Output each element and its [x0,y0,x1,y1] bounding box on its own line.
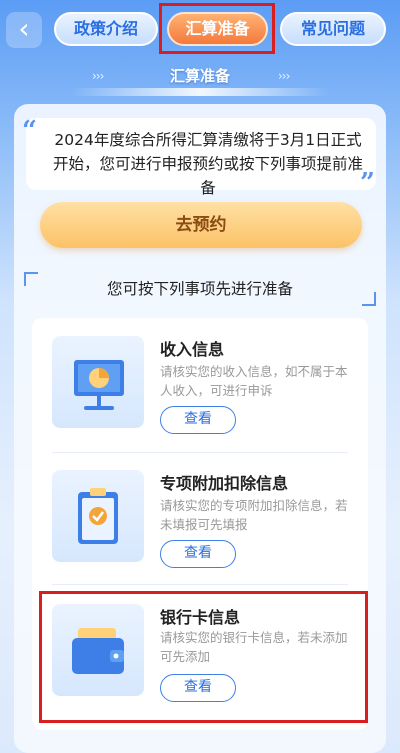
tab-policy-intro[interactable]: 政策介绍 [54,12,158,46]
chevron-left-icon: ‹ [18,12,30,45]
presentation-chart-icon [52,336,144,428]
item-desc: 请核实您的专项附加扣除信息，若未填报可先填报 [160,498,348,532]
quote-open-icon: “ [22,116,37,146]
clipboard-check-icon [52,470,144,562]
item-title: 专项附加扣除信息 [160,474,289,493]
item-highlight-box [39,591,368,723]
bracket-bottom-right [362,292,376,306]
tab-highlight-box [159,3,275,54]
item-special-deduction: 专项附加扣除信息 请核实您的专项附加扣除信息，若未填报可先填报 查看 [32,452,368,582]
tab-faq[interactable]: 常见问题 [280,12,386,46]
quote-close-icon: ” [360,168,375,198]
view-button[interactable]: 查看 [160,406,236,434]
section-arrows-right: ››› [278,69,290,83]
section-title: 汇算准备 [169,67,230,85]
title-underline [70,88,330,96]
notice-text: 2024年度综合所得汇算清缴将于3月1日正式开始，您可进行申报预约或按下列事项提… [26,118,376,197]
prep-title: 您可按下列事项先进行准备 [106,280,293,298]
reserve-button[interactable]: 去预约 [40,202,362,248]
item-title: 收入信息 [160,340,225,359]
back-button[interactable]: ‹ [6,12,42,48]
top-bar: ‹ 政策介绍 汇算准备 常见问题 [0,0,400,64]
item-desc: 请核实您的收入信息，如不属于本人收入，可进行申诉 [160,364,348,398]
item-income: 收入信息 请核实您的收入信息，如不属于本人收入，可进行申诉 查看 [32,318,368,448]
view-button[interactable]: 查看 [160,540,236,568]
divider [52,584,348,585]
